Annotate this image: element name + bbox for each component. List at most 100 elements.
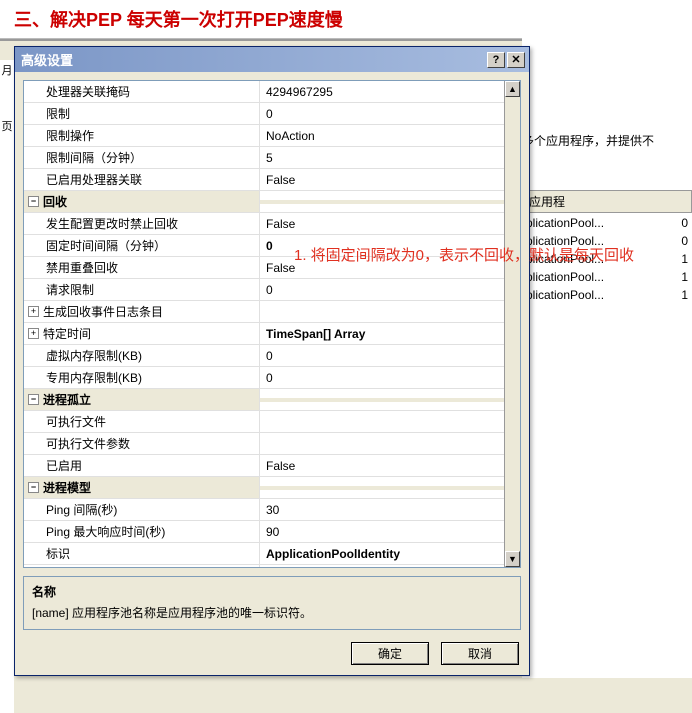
bg-list-item[interactable]: plicationPool...0 xyxy=(522,214,692,232)
property-value[interactable]: 0 xyxy=(260,237,520,255)
property-label: 发生配置更改时禁止回收 xyxy=(24,213,260,234)
property-label: +特定时间 xyxy=(24,323,260,344)
property-label: Ping 间隔(秒) xyxy=(24,499,260,520)
property-label: 限制间隔（分钟） xyxy=(24,147,260,168)
property-label: 固定时间间隔（分钟） xyxy=(24,235,260,256)
bg-description: 多个应用程序，并提供不 xyxy=(522,132,654,149)
advanced-settings-dialog: 高级设置 ? ✕ 处理器关联掩码4294967295限制0限制操作NoActio… xyxy=(14,46,530,676)
property-value[interactable]: 0 xyxy=(260,281,520,299)
property-value[interactable]: TimeSpan[] Array xyxy=(260,325,520,343)
property-row[interactable]: 专用内存限制(KB)0 xyxy=(24,367,520,389)
property-row[interactable]: 虚拟内存限制(KB)0 xyxy=(24,345,520,367)
property-value[interactable]: 4294967295 xyxy=(260,83,520,101)
collapse-icon[interactable]: − xyxy=(28,196,39,207)
property-label: −回收 xyxy=(24,191,260,212)
property-row[interactable]: +特定时间TimeSpan[] Array xyxy=(24,323,520,345)
help-button[interactable]: ? xyxy=(487,52,505,68)
property-value[interactable] xyxy=(260,420,520,424)
property-row[interactable]: 可执行文件参数 xyxy=(24,433,520,455)
property-value[interactable]: 30 xyxy=(260,501,520,519)
property-row[interactable]: 固定时间间隔（分钟）0 xyxy=(24,235,520,257)
property-row[interactable]: 处理器关联掩码4294967295 xyxy=(24,81,520,103)
property-row[interactable]: 发生配置更改时禁止回收False xyxy=(24,213,520,235)
property-value[interactable]: False xyxy=(260,259,520,277)
property-value[interactable]: 0 xyxy=(260,347,520,365)
bg-list-item[interactable]: plicationPool...1 xyxy=(522,268,692,286)
property-row[interactable]: 关闭时间限制(秒)90 xyxy=(24,565,520,568)
bg-list-item[interactable]: plicationPool...0 xyxy=(522,232,692,250)
property-value[interactable]: 90 xyxy=(260,523,520,541)
dialog-titlebar[interactable]: 高级设置 ? ✕ xyxy=(15,47,529,72)
description-body: [name] 应用程序池名称是应用程序池的唯一标识符。 xyxy=(32,604,512,621)
bg-list-item[interactable]: plicationPool...1 xyxy=(522,286,692,304)
left-gutter: 月 页 xyxy=(0,60,14,713)
property-row[interactable]: Ping 最大响应时间(秒)90 xyxy=(24,521,520,543)
property-row[interactable]: +生成回收事件日志条目 xyxy=(24,301,520,323)
property-row[interactable]: −进程模型 xyxy=(24,477,520,499)
property-row[interactable]: 限制0 xyxy=(24,103,520,125)
property-label: 已启用处理器关联 xyxy=(24,169,260,190)
property-value[interactable] xyxy=(260,310,520,314)
property-label: 可执行文件参数 xyxy=(24,433,260,454)
property-value[interactable] xyxy=(260,442,520,446)
property-value[interactable] xyxy=(260,398,520,402)
property-label: 禁用重叠回收 xyxy=(24,257,260,278)
property-value[interactable]: NoAction xyxy=(260,127,520,145)
property-label: Ping 最大响应时间(秒) xyxy=(24,521,260,542)
bg-column-header[interactable]: 应用程 xyxy=(522,190,692,213)
ok-button[interactable]: 确定 xyxy=(351,642,429,665)
page-heading: 三、解决PEP 每天第一次打开PEP速度慢 xyxy=(0,0,692,39)
property-row[interactable]: −进程孤立 xyxy=(24,389,520,411)
property-value[interactable]: 0 xyxy=(260,369,520,387)
property-label: −进程模型 xyxy=(24,477,260,498)
property-value[interactable]: False xyxy=(260,171,520,189)
property-label: −进程孤立 xyxy=(24,389,260,410)
dialog-title: 高级设置 xyxy=(19,50,485,69)
dialog-button-row: 确定 取消 xyxy=(15,638,529,675)
property-row[interactable]: 已启用处理器关联False xyxy=(24,169,520,191)
description-panel: 名称 [name] 应用程序池名称是应用程序池的唯一标识符。 xyxy=(23,576,521,630)
scrollbar[interactable]: ▲ ▼ xyxy=(504,81,520,567)
cancel-button[interactable]: 取消 xyxy=(441,642,519,665)
close-button[interactable]: ✕ xyxy=(507,52,525,68)
property-label: 关闭时间限制(秒) xyxy=(24,565,260,568)
property-value[interactable]: False xyxy=(260,457,520,475)
scroll-up-icon[interactable]: ▲ xyxy=(505,81,520,97)
bg-list: plicationPool...0plicationPool...0plicat… xyxy=(522,214,692,304)
property-value[interactable]: 90 xyxy=(260,567,520,569)
property-row[interactable]: 请求限制0 xyxy=(24,279,520,301)
property-row[interactable]: 禁用重叠回收False xyxy=(24,257,520,279)
property-row[interactable]: 已启用False xyxy=(24,455,520,477)
expand-icon[interactable]: + xyxy=(28,306,39,317)
collapse-icon[interactable]: − xyxy=(28,394,39,405)
property-row[interactable]: 限制间隔（分钟）5 xyxy=(24,147,520,169)
property-label: 已启用 xyxy=(24,455,260,476)
property-row[interactable]: 可执行文件 xyxy=(24,411,520,433)
property-row[interactable]: 限制操作NoAction xyxy=(24,125,520,147)
bg-list-item[interactable]: plicationPool...1 xyxy=(522,250,692,268)
property-label: 专用内存限制(KB) xyxy=(24,367,260,388)
property-grid: 处理器关联掩码4294967295限制0限制操作NoAction限制间隔（分钟）… xyxy=(23,80,521,568)
property-row[interactable]: −回收 xyxy=(24,191,520,213)
property-value[interactable]: False xyxy=(260,215,520,233)
property-value[interactable]: 0 xyxy=(260,105,520,123)
scroll-down-icon[interactable]: ▼ xyxy=(505,551,520,567)
property-label: 处理器关联掩码 xyxy=(24,81,260,102)
property-label: 限制 xyxy=(24,103,260,124)
property-label: +生成回收事件日志条目 xyxy=(24,301,260,322)
description-title: 名称 xyxy=(32,583,512,600)
property-label: 虚拟内存限制(KB) xyxy=(24,345,260,366)
property-value[interactable] xyxy=(260,200,520,204)
property-grid-body: 处理器关联掩码4294967295限制0限制操作NoAction限制间隔（分钟）… xyxy=(24,81,520,568)
property-row[interactable]: 标识ApplicationPoolIdentity xyxy=(24,543,520,565)
property-label: 可执行文件 xyxy=(24,411,260,432)
property-row[interactable]: Ping 间隔(秒)30 xyxy=(24,499,520,521)
property-label: 标识 xyxy=(24,543,260,564)
property-value[interactable] xyxy=(260,486,520,490)
property-value[interactable]: 5 xyxy=(260,149,520,167)
background-panel: 多个应用程序，并提供不 应用程 plicationPool...0plicati… xyxy=(522,38,692,678)
property-value[interactable]: ApplicationPoolIdentity xyxy=(260,545,520,563)
property-label: 请求限制 xyxy=(24,279,260,300)
collapse-icon[interactable]: − xyxy=(28,482,39,493)
expand-icon[interactable]: + xyxy=(28,328,39,339)
